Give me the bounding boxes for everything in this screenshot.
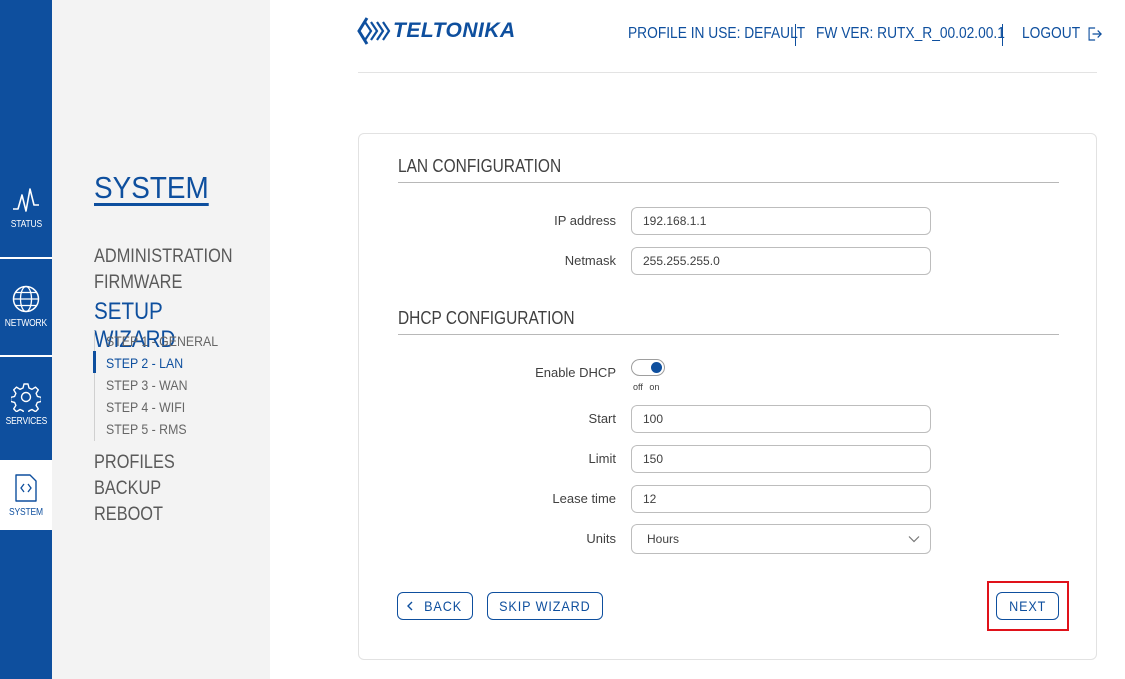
logout-link[interactable]: LOGOUT: [1022, 25, 1102, 43]
logout-label: LOGOUT: [1022, 25, 1081, 42]
nav-item-firmware[interactable]: FIRMWARE: [94, 272, 182, 294]
nav-step-general[interactable]: STEP 1 - GENERAL: [106, 333, 218, 349]
nav-item-administration[interactable]: ADMINISTRATION: [94, 246, 233, 268]
nav-step-lan[interactable]: STEP 2 - LAN: [106, 355, 183, 371]
rail-label-status: STATUS: [10, 218, 42, 230]
rail-label-services: SERVICES: [5, 415, 47, 427]
enable-dhcp-label: Enable DHCP: [535, 365, 616, 380]
nav-item-backup[interactable]: BACKUP: [94, 478, 161, 500]
steps-guide-line: [94, 331, 95, 441]
rail-item-status[interactable]: STATUS: [0, 160, 52, 256]
teltonika-logo-mark: [357, 17, 391, 45]
nav-item-profiles[interactable]: PROFILES: [94, 452, 175, 474]
toggle-on-label: on: [649, 382, 660, 392]
units-label: Units: [586, 531, 616, 546]
header-divider: [1002, 24, 1003, 46]
limit-input[interactable]: [631, 445, 931, 473]
rail-item-services[interactable]: SERVICES: [0, 356, 52, 452]
lan-configuration-heading: LAN CONFIGURATION: [398, 156, 562, 176]
lease-time-label: Lease time: [552, 491, 616, 506]
limit-label: Limit: [588, 451, 616, 466]
nav-step-rms[interactable]: STEP 5 - RMS: [106, 421, 187, 437]
gear-icon: [11, 382, 41, 412]
rail-item-network[interactable]: NETWORK: [0, 258, 52, 354]
back-button-label: BACK: [424, 598, 462, 614]
back-button[interactable]: BACK: [397, 592, 473, 620]
icon-rail: STATUS NETWORK SERVICES SYSTEM: [0, 0, 52, 679]
netmask-label: Netmask: [564, 253, 616, 268]
start-label: Start: [588, 411, 616, 426]
skip-wizard-button[interactable]: SKIP WIZARD: [487, 592, 603, 620]
next-button-highlight-box: [987, 581, 1069, 631]
teltonika-logo[interactable]: TELTONIKA: [357, 16, 516, 46]
dhcp-configuration-heading: DHCP CONFIGURATION: [398, 308, 575, 328]
code-file-icon: [15, 473, 37, 502]
chevron-down-icon: [908, 536, 920, 543]
skip-wizard-label: SKIP WIZARD: [499, 598, 591, 614]
nav-step-wifi[interactable]: STEP 4 - WIFI: [106, 399, 185, 415]
units-selected-value: Hours: [647, 532, 680, 546]
header-divider: [795, 24, 796, 46]
firmware-version: FW VER: RUTX_R_00.02.00.1: [816, 25, 1005, 42]
lan-heading-rule: [398, 182, 1059, 183]
logout-icon: [1088, 27, 1102, 41]
chevron-left-icon: [406, 601, 413, 611]
lease-time-input[interactable]: [631, 485, 931, 513]
dhcp-heading-rule: [398, 334, 1059, 335]
nav-step-wan[interactable]: STEP 3 - WAN: [106, 377, 187, 393]
ip-address-label: IP address: [554, 213, 616, 228]
ip-address-input[interactable]: [631, 207, 931, 235]
profile-in-use: PROFILE IN USE: DEFAULT: [628, 25, 806, 42]
units-select[interactable]: Hours: [631, 524, 931, 554]
netmask-input[interactable]: [631, 247, 931, 275]
start-input[interactable]: [631, 405, 931, 433]
status-wave-icon: [13, 187, 39, 212]
globe-icon: [12, 285, 40, 312]
brand-name: TELTONIKA: [393, 19, 516, 42]
active-step-indicator: [93, 351, 96, 373]
system-submenu: SYSTEM ADMINISTRATION FIRMWARE SETUP WIZ…: [52, 0, 270, 679]
section-title: SYSTEM: [94, 170, 209, 205]
toggle-off-label: off: [633, 382, 643, 392]
toggle-knob: [651, 362, 662, 373]
enable-dhcp-toggle[interactable]: [631, 359, 665, 376]
rail-item-system[interactable]: SYSTEM: [0, 460, 52, 530]
toggle-state-labels: off on: [633, 382, 659, 392]
rail-label-network: NETWORK: [4, 317, 48, 329]
header-divider-line: [358, 72, 1097, 73]
nav-item-reboot[interactable]: REBOOT: [94, 504, 163, 526]
rail-label-system: SYSTEM: [9, 506, 43, 518]
